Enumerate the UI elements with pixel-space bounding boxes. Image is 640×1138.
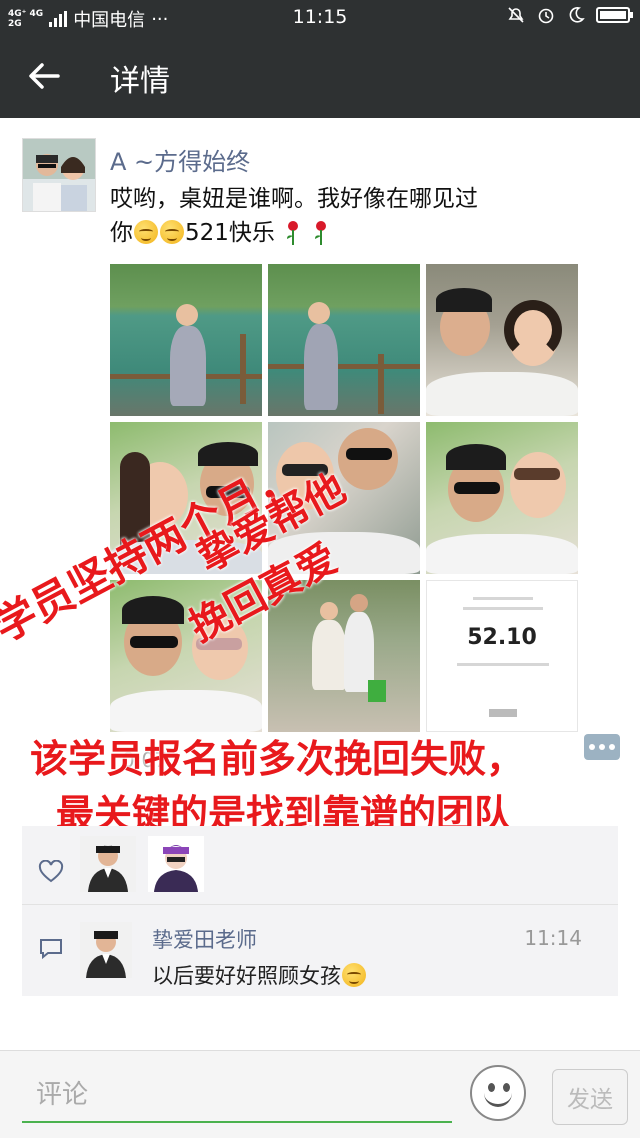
- divider: [22, 904, 618, 905]
- avatar[interactable]: [22, 138, 96, 212]
- smiley-face-icon: [488, 1083, 495, 1092]
- photo-6[interactable]: [426, 422, 578, 574]
- back-button[interactable]: [22, 54, 66, 98]
- photo-3[interactable]: [426, 264, 578, 416]
- liker-avatar[interactable]: [148, 836, 204, 892]
- status-bar: 4G⁺ 4G 2G 中国电信 ··· 11:15: [0, 0, 640, 34]
- title-bar: 详情: [0, 34, 640, 118]
- moon-icon: [569, 7, 585, 23]
- shy-smile-emoji-icon: [160, 220, 184, 244]
- status-right: [506, 5, 633, 25]
- post-detail: A ~方得始终 哎哟，桌妞是谁啊。我好像在哪见过 你 521快乐 52.10 学…: [0, 118, 640, 1050]
- rose-emoji-icon: [314, 221, 326, 245]
- shy-smile-emoji-icon: [134, 220, 158, 244]
- commenter-avatar[interactable]: [80, 922, 132, 978]
- post-author-name[interactable]: A ~方得始终: [110, 142, 250, 177]
- comment-text[interactable]: 以后要好好照顾女孩: [152, 960, 367, 990]
- comment-input[interactable]: [22, 1069, 452, 1123]
- arrow-left-icon: [29, 63, 60, 89]
- red-packet-amount: 52.10: [467, 625, 537, 650]
- battery-icon: [596, 7, 633, 23]
- photo-9-red-packet-screenshot[interactable]: 52.10: [426, 580, 578, 732]
- post-text: 哎哟，桌妞是谁啊。我好像在哪见过 你 521快乐: [110, 186, 478, 246]
- likes-comments-panel: 挚爱田老师 11:14 以后要好好照顾女孩: [22, 826, 618, 996]
- photo-1[interactable]: [110, 264, 262, 416]
- send-button[interactable]: 发送: [552, 1069, 628, 1125]
- comment-time: 11:14: [524, 926, 582, 950]
- couple-photo: [23, 139, 95, 211]
- comment-icon: [40, 939, 62, 960]
- rose-emoji-icon: [287, 221, 299, 245]
- page-title: 详情: [110, 64, 170, 99]
- liker-avatar[interactable]: [80, 836, 136, 892]
- heart-icon: [38, 860, 64, 883]
- more-actions-button[interactable]: [584, 734, 620, 760]
- alarm-icon: [538, 8, 554, 24]
- shy-smile-emoji-icon: [342, 963, 366, 987]
- commenter-name[interactable]: 挚爱田老师: [152, 924, 257, 954]
- emoji-button[interactable]: [470, 1065, 526, 1121]
- overlay-caption-1: 该学员报名前多次挽回失败，: [30, 737, 525, 781]
- mute-icon: [508, 7, 524, 23]
- photo-2[interactable]: [268, 264, 420, 416]
- comment-input-bar: 发送: [0, 1050, 640, 1138]
